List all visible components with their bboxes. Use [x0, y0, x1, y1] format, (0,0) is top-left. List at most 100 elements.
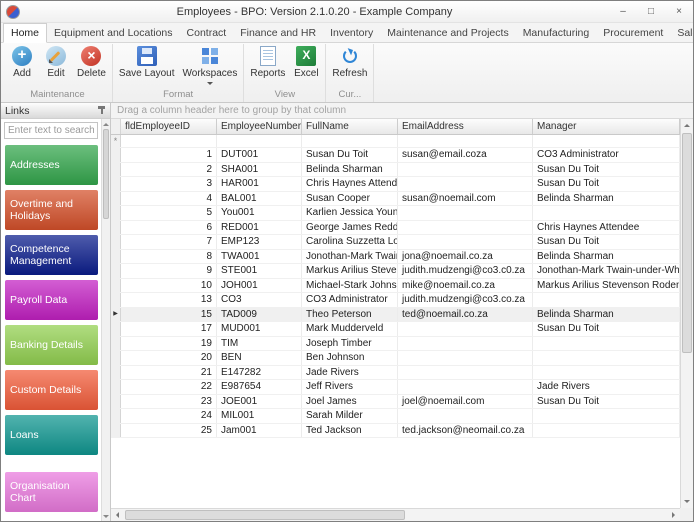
tab-manufacturing[interactable]: Manufacturing [516, 24, 597, 42]
cell-manager[interactable] [533, 365, 680, 379]
table-row[interactable]: 8TWA001Jonothan-Mark Twain-Suit...jona@n… [111, 249, 680, 264]
cell-emailaddress[interactable] [398, 336, 533, 350]
cell-fullname[interactable]: Jonothan-Mark Twain-Suit... [302, 249, 398, 263]
cell-emailaddress[interactable] [398, 380, 533, 394]
cell-fullname[interactable]: Markus Arilius Stevenson ... [302, 264, 398, 278]
cell-manager[interactable] [533, 409, 680, 423]
cell-employeenumber[interactable]: EMP123 [217, 235, 302, 249]
horizontal-scrollbar[interactable] [111, 508, 680, 521]
cell-employeenumber[interactable]: JOE001 [217, 394, 302, 408]
minimize-button[interactable]: – [609, 1, 637, 22]
ribbon-button-save-layout[interactable]: Save Layout [115, 44, 179, 79]
tab-equipment-and-locations[interactable]: Equipment and Locations [47, 24, 180, 42]
tab-contract[interactable]: Contract [180, 24, 234, 42]
sidebar-item-competence-management[interactable]: Competence Management [5, 235, 98, 275]
cell-employeenumber[interactable]: Jam001 [217, 423, 302, 437]
filter-cell[interactable] [302, 135, 398, 147]
cell-manager[interactable]: Jade Rivers [533, 380, 680, 394]
cell-fullname[interactable]: Mark Mudderveld [302, 322, 398, 336]
table-row[interactable]: 5You001Karlien Jessica Young Dun... [111, 206, 680, 221]
cell-fullname[interactable]: Ben Johnson [302, 351, 398, 365]
cell-manager[interactable] [533, 351, 680, 365]
cell-manager[interactable]: Susan Du Toit [533, 162, 680, 176]
cell-manager[interactable]: Belinda Sharman [533, 249, 680, 263]
table-row[interactable]: 2 SHA001 Belinda Sharman Susan Du Toit [111, 162, 680, 177]
cell-employeenumber[interactable]: TIM [217, 336, 302, 350]
cell-manager[interactable]: Susan Du Toit [533, 235, 680, 249]
cell-emailaddress[interactable] [398, 351, 533, 365]
cell-manager[interactable] [533, 423, 680, 437]
table-row[interactable]: 1 DUT001 Susan Du Toit susan@email.coza CO3 … [111, 148, 680, 163]
cell-emailaddress[interactable]: susan@noemail.com [398, 191, 533, 205]
cell-fldemployeeid[interactable]: 9 [121, 264, 217, 278]
scroll-down-icon[interactable] [681, 495, 693, 508]
column-header-manager[interactable]: Manager [533, 119, 680, 134]
table-row[interactable]: ▶ 15 TAD009 Theo Peterson ted@noemail.co.za B… [111, 307, 680, 322]
tab-finance-and-hr[interactable]: Finance and HR [233, 24, 323, 42]
cell-emailaddress[interactable] [398, 409, 533, 423]
cell-emailaddress[interactable]: ted.jackson@neomail.co.za [398, 423, 533, 437]
cell-fldemployeeid[interactable]: 15 [121, 307, 217, 321]
cell-emailaddress[interactable]: judith.mudzengi@co3.c0.za [398, 264, 533, 278]
column-header-emailaddress[interactable]: EmailAddress [398, 119, 533, 134]
cell-fldemployeeid[interactable]: 13 [121, 293, 217, 307]
sidebar-item-overtime-and-holidays[interactable]: Overtime and Holidays [5, 190, 98, 230]
cell-emailaddress[interactable] [398, 235, 533, 249]
table-row[interactable]: 21 E147282 Jade Rivers [111, 365, 680, 380]
cell-emailaddress[interactable]: ted@noemail.co.za [398, 307, 533, 321]
sidebar-scrollbar[interactable] [101, 119, 110, 521]
cell-employeenumber[interactable]: CO3 [217, 293, 302, 307]
cell-emailaddress[interactable] [398, 162, 533, 176]
pin-icon[interactable] [97, 106, 106, 115]
cell-fullname[interactable]: Sarah Milder [302, 409, 398, 423]
table-row[interactable]: 19 TIM Joseph Timber [111, 336, 680, 351]
cell-manager[interactable]: Susan Du Toit [533, 177, 680, 191]
cell-employeenumber[interactable]: E987654 [217, 380, 302, 394]
scroll-down-icon[interactable] [102, 512, 111, 521]
sidebar-item-organisation-chart[interactable]: Organisation Chart [5, 472, 98, 512]
cell-employeenumber[interactable]: JOH001 [217, 278, 302, 292]
filter-cell[interactable] [533, 135, 680, 147]
cell-fullname[interactable]: George James Reddy Jef... [302, 220, 398, 234]
cell-fldemployeeid[interactable]: 1 [121, 148, 217, 162]
table-row[interactable]: 17 MUD001 Mark Mudderveld Susan Du Toit [111, 322, 680, 337]
cell-fldemployeeid[interactable]: 21 [121, 365, 217, 379]
cell-fullname[interactable]: Michael-Stark Johnson St... [302, 278, 398, 292]
cell-manager[interactable]: CO3 Administrator [533, 148, 680, 162]
vertical-scrollbar[interactable] [680, 119, 693, 508]
cell-fullname[interactable]: Jade Rivers [302, 365, 398, 379]
cell-manager[interactable]: Belinda Sharman [533, 307, 680, 321]
cell-fldemployeeid[interactable]: 5 [121, 206, 217, 220]
cell-fullname[interactable]: Joel James [302, 394, 398, 408]
table-row[interactable]: 10JOH001Michael-Stark Johnson St...mike@… [111, 278, 680, 293]
auto-filter-row[interactable]: * [111, 135, 680, 148]
table-row[interactable]: 6RED001George James Reddy Jef... Chris Ha… [111, 220, 680, 235]
cell-emailaddress[interactable]: susan@email.coza [398, 148, 533, 162]
table-row[interactable]: 3HAR001Chris Haynes Attendee Susan Du Toi… [111, 177, 680, 192]
cell-manager[interactable]: Chris Haynes Attendee [533, 220, 680, 234]
table-row[interactable]: 9STE001Markus Arilius Stevenson ...judit… [111, 264, 680, 279]
cell-fldemployeeid[interactable]: 6 [121, 220, 217, 234]
ribbon-button-workspaces[interactable]: Workspaces [179, 44, 242, 88]
cell-employeenumber[interactable]: You001 [217, 206, 302, 220]
cell-emailaddress[interactable] [398, 220, 533, 234]
table-row[interactable]: 13 CO3 CO3 Administrator judith.mudzengi@co… [111, 293, 680, 308]
table-row[interactable]: 7EMP123Carolina Suzzetta Lourens... Susan… [111, 235, 680, 250]
cell-employeenumber[interactable]: TAD009 [217, 307, 302, 321]
maximize-button[interactable]: □ [637, 1, 665, 22]
cell-fullname[interactable]: Jeff Rivers [302, 380, 398, 394]
ribbon-button-edit[interactable]: Edit [39, 44, 73, 79]
cell-fullname[interactable]: Karlien Jessica Young Dun... [302, 206, 398, 220]
cell-fldemployeeid[interactable]: 3 [121, 177, 217, 191]
cell-fldemployeeid[interactable]: 17 [121, 322, 217, 336]
table-row[interactable]: 24 MIL001 Sarah Milder [111, 409, 680, 424]
cell-emailaddress[interactable]: judith.mudzengi@co3.co.za [398, 293, 533, 307]
cell-fullname[interactable]: Joseph Timber [302, 336, 398, 350]
column-header-fullname[interactable]: FullName [302, 119, 398, 134]
filter-cell[interactable] [121, 135, 217, 147]
cell-emailaddress[interactable] [398, 322, 533, 336]
cell-fldemployeeid[interactable]: 8 [121, 249, 217, 263]
search-input[interactable] [4, 122, 98, 139]
scroll-right-icon[interactable] [667, 509, 680, 521]
ribbon-button-delete[interactable]: Delete [73, 44, 110, 79]
